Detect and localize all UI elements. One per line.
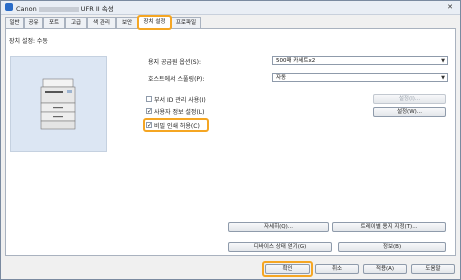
tab-color-management[interactable]: 색 관리 [87, 17, 116, 28]
tab-advanced[interactable]: 고급 [65, 17, 87, 28]
help-button[interactable]: 도움말 [411, 264, 455, 274]
tab-ports[interactable]: 포트 [43, 17, 65, 28]
secure-print-label: 비밀 인쇄 허용(C) [154, 123, 200, 130]
paper-source-label: 용지 공급원 옵션(S): [148, 59, 201, 66]
secure-print-checkbox[interactable]: ✓ [146, 122, 152, 129]
tab-security[interactable]: 보안 [116, 17, 138, 28]
tab-sharing[interactable]: 공유 [24, 17, 43, 28]
tray-paper-button[interactable]: 트레이별 용지 지정(T)... [332, 222, 446, 232]
printer-illustration-icon [40, 78, 76, 130]
user-info-checkbox[interactable]: ✓ [146, 108, 152, 115]
printer-app-icon [5, 3, 13, 11]
paper-source-select[interactable]: 500매 카세트x2 ▼ [272, 56, 448, 65]
chevron-down-icon: ▼ [441, 58, 445, 64]
chevron-down-icon: ▼ [441, 75, 445, 81]
tab-profile[interactable]: 프로파일 [171, 17, 201, 28]
redacted-model [38, 6, 79, 12]
title-bar: Canon UFR II 속성 ✕ [1, 1, 460, 15]
printer-preview [10, 56, 107, 152]
spooling-label: 호스트에서 스풀링(P): [148, 76, 205, 83]
device-status-button[interactable]: 디바이스 상태 얻기(G) [228, 242, 332, 252]
tab-general[interactable]: 일반 [5, 17, 24, 28]
tab-device-settings[interactable]: 장치 설정 [137, 15, 172, 30]
cancel-button[interactable]: 취소 [315, 264, 359, 274]
close-icon[interactable]: ✕ [444, 2, 456, 12]
window-title: Canon UFR II 속성 [16, 5, 114, 13]
spooling-select[interactable]: 자동 ▼ [272, 73, 448, 82]
info-button[interactable]: 정보(B) [338, 242, 446, 252]
settings-disabled-button[interactable]: 설정(I)... [373, 94, 446, 104]
ok-button[interactable]: 확인 [265, 264, 310, 274]
apply-button[interactable]: 적용(A) [363, 264, 407, 274]
user-info-label: 사용자 정보 설정(L) [154, 109, 205, 116]
dept-id-label: 부서 ID 관리 사용(I) [154, 97, 206, 104]
section-label: 장치 설정: 수동 [9, 38, 48, 45]
settings-w-button[interactable]: 설정(W)... [373, 107, 446, 117]
details-button[interactable]: 자세히(Q)... [228, 222, 329, 232]
dept-id-checkbox[interactable] [146, 96, 152, 102]
properties-window: Canon UFR II 속성 ✕ 일반 공유 포트 고급 색 관리 보안 장치 … [0, 0, 461, 280]
